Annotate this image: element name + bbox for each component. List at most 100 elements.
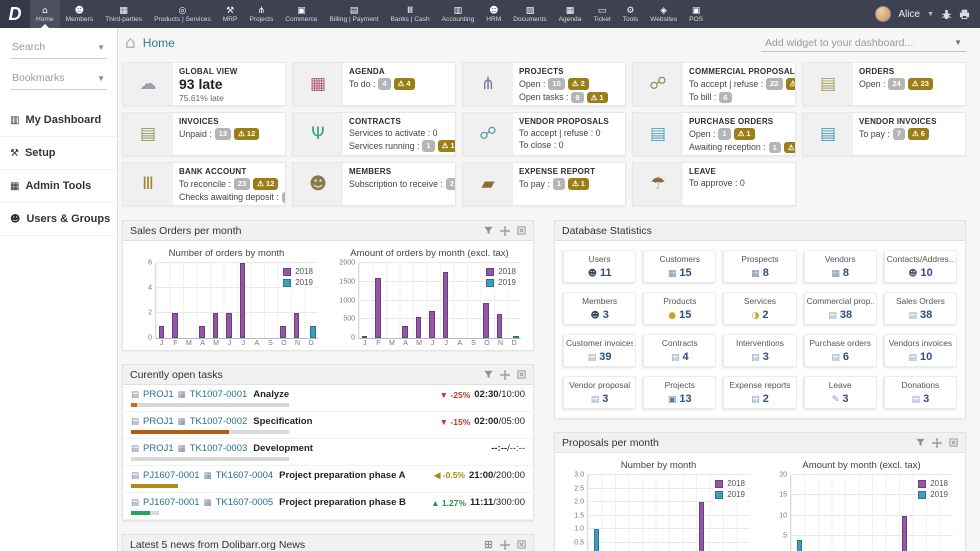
kpi-purchase-orders[interactable]: ▤ PURCHASE ORDERS Open : 1 ⚠ 1 Awaiting rece…	[632, 112, 796, 156]
nav-item-ticket[interactable]: ▭ Ticket	[587, 0, 616, 28]
project-link[interactable]: PJ1607-0001	[143, 497, 200, 508]
move-icon[interactable]	[932, 437, 942, 448]
nav-item-pos[interactable]: ▣ POS	[683, 0, 709, 28]
kpi-vendor-proposals[interactable]: ☍ VENDOR PROPOSALS To accept | refuse : 0 T…	[462, 112, 626, 156]
sidebar-item-admin-tools[interactable]: ▦ Admin Tools	[0, 170, 117, 203]
stat-vendor-proposal[interactable]: Vendor proposal ▤ 3	[563, 376, 637, 409]
kpi-members[interactable]: ☻ MEMBERS Subscription to receive : 2⚠ 2	[292, 162, 456, 206]
close-icon[interactable]	[517, 226, 526, 235]
stat-customer-invoices[interactable]: Customer invoices ▤ 39	[563, 334, 637, 367]
stat-products[interactable]: Products ● 15	[643, 292, 717, 325]
stat-contacts-addres[interactable]: Contacts/Addres... ☻ 10	[883, 250, 957, 283]
stat-members[interactable]: Members ☻ 3	[563, 292, 637, 325]
stat-prospects[interactable]: Prospects ▦ 8	[723, 250, 797, 283]
kpi-expense-report[interactable]: ▰ EXPENSE REPORT To pay : 1 ⚠ 1	[462, 162, 626, 206]
nav-item-third-parties[interactable]: ▦ Third-parties	[99, 0, 148, 28]
kpi-invoices[interactable]: ▤ INVOICES Unpaid : 13 ⚠ 12	[122, 112, 286, 156]
kpi-commercial-proposals[interactable]: ☍ COMMERCIAL PROPOSALS To accept | refuse …	[632, 62, 796, 106]
stat-projects[interactable]: Projects ▣ 13	[643, 376, 717, 409]
move-icon[interactable]	[500, 225, 510, 236]
kpi-projects[interactable]: ⋔ PROJECTS Open : 10 ⚠ 2 Open tasks : 9 ⚠ 1	[462, 62, 626, 106]
stat-users[interactable]: Users ☻ 11	[563, 250, 637, 283]
bookmarks-select[interactable]: Bookmarks ▼	[10, 69, 107, 90]
nav-item-tools[interactable]: ⚙ Tools	[617, 0, 644, 28]
nav-item-home[interactable]: ⌂ Home	[30, 0, 60, 28]
sidebar-item-my-dashboard[interactable]: ▥ My Dashboard	[0, 104, 117, 137]
warning-badge: ⚠ 1	[586, 91, 608, 103]
stat-purchase-orders[interactable]: Purchase orders ▤ 6	[803, 334, 877, 367]
close-icon[interactable]	[517, 370, 526, 379]
task-ref-link[interactable]: TK1007-0002	[190, 416, 248, 427]
project-link[interactable]: PROJ1	[143, 416, 174, 427]
project-link[interactable]: PROJ1	[143, 389, 174, 400]
kpi-orders[interactable]: ▤ ORDERS Open : 24 ⚠ 23	[802, 62, 966, 106]
nav-item-members[interactable]: ☻ Members	[60, 0, 99, 28]
y-axis-tick: 0	[351, 334, 355, 342]
task-ref-link[interactable]: TK1007-0003	[190, 443, 248, 454]
kpi-contracts[interactable]: Ψ CONTRACTS Services to activate : 0 Servic…	[292, 112, 456, 156]
stat-sales-orders[interactable]: Sales Orders ▤ 38	[883, 292, 957, 325]
nav-item-documents[interactable]: ▧ Documents	[507, 0, 552, 28]
x-axis-tick: D	[308, 340, 314, 347]
nav-item-products-services[interactable]: ◎ Products | Services	[148, 0, 217, 28]
stat-leave[interactable]: Leave ✎ 3	[803, 376, 877, 409]
stat-vendors-invoices[interactable]: Vendors invoices ▤ 10	[883, 334, 957, 367]
project-link[interactable]: PJ1607-0001	[143, 470, 200, 481]
bug-report-icon[interactable]	[941, 9, 952, 20]
kpi-line: To accept | refuse : 0	[519, 128, 609, 138]
nav-item-label: HRM	[486, 15, 502, 23]
filter-icon[interactable]	[484, 370, 493, 379]
sidebar-item-users-groups[interactable]: ☻ Users & Groups	[0, 203, 117, 236]
chart-legend: 2018 2019	[281, 264, 315, 290]
document-icon: ▤	[911, 395, 921, 405]
stat-contracts[interactable]: Contracts ▤ 4	[643, 334, 717, 367]
nav-item-billing-payment[interactable]: ▤ Billing | Payment	[324, 0, 385, 28]
project-link[interactable]: PROJ1	[143, 443, 174, 454]
wallet-icon: ▰	[481, 174, 495, 194]
stat-services[interactable]: Services ◑ 2	[723, 292, 797, 325]
nav-item-agenda[interactable]: ▦ Agenda	[553, 0, 588, 28]
stat-commercial-prop[interactable]: Commercial prop... ▤ 38	[803, 292, 877, 325]
print-icon[interactable]	[959, 9, 970, 20]
filter-icon[interactable]	[484, 226, 493, 235]
nav-item-websites[interactable]: ◈ Websites	[644, 0, 683, 28]
stat-interventions[interactable]: Interventions ▤ 3	[723, 334, 797, 367]
nav-item-commerce[interactable]: ▣ Commerce	[279, 0, 323, 28]
y-axis-tick: 2	[148, 309, 152, 317]
search-select[interactable]: Search ▼	[10, 38, 107, 59]
filter-icon[interactable]	[916, 438, 925, 447]
sidebar-item-setup[interactable]: ⚒ Setup	[0, 137, 117, 170]
add-widget-select[interactable]: Add widget to your dashboard... ▼	[761, 35, 966, 52]
stat-number: 3	[602, 309, 609, 321]
nav-item-hrm[interactable]: ☻ HRM	[480, 0, 507, 28]
close-icon[interactable]	[949, 438, 958, 447]
chevron-down-icon[interactable]: ▼	[927, 11, 934, 18]
kpi-agenda[interactable]: ▦ AGENDA To do : 4 ⚠ 4	[292, 62, 456, 106]
kpi-line: To close : 0	[519, 140, 609, 150]
stat-donations[interactable]: Donations ▤ 3	[883, 376, 957, 409]
move-icon[interactable]	[500, 539, 510, 550]
grid-icon[interactable]	[484, 540, 493, 549]
legend-swatch	[715, 490, 724, 499]
kpi-vendor-invoices[interactable]: ▤ VENDOR INVOICES To pay : 7 ⚠ 6	[802, 112, 966, 156]
nav-item-accounting[interactable]: ▥ Accounting	[436, 0, 481, 28]
kpi-bank-account[interactable]: Ⅲ BANK ACCOUNT To reconcile : 23 ⚠ 12 Checks…	[122, 162, 286, 206]
task-ref-link[interactable]: TK1607-0005	[216, 497, 274, 508]
avatar[interactable]	[875, 6, 892, 22]
nav-item-projects[interactable]: ⋔ Projects	[243, 0, 279, 28]
stat-expense-reports[interactable]: Expense reports ▤ 2	[723, 376, 797, 409]
kpi-leave[interactable]: ☂ LEAVE To approve : 0	[632, 162, 796, 206]
stat-customers[interactable]: Customers ▦ 15	[643, 250, 717, 283]
move-icon[interactable]	[500, 369, 510, 380]
user-menu[interactable]: Alice	[898, 9, 920, 20]
breadcrumb[interactable]: Home	[143, 36, 175, 50]
dolibarr-logo[interactable]: D	[0, 0, 30, 28]
task-ref-link[interactable]: TK1007-0001	[190, 389, 248, 400]
legend-swatch	[486, 278, 495, 287]
nav-item-banks-cash[interactable]: Ⅲ Banks | Cash	[385, 0, 436, 28]
close-icon[interactable]	[517, 540, 526, 549]
stat-vendors[interactable]: Vendors ▦ 8	[803, 250, 877, 283]
nav-item-mrp[interactable]: ⚒ MRP	[217, 0, 244, 28]
task-ref-link[interactable]: TK1607-0004	[216, 470, 274, 481]
kpi-global-view[interactable]: ☁ GLOBAL VIEW 93 late 75.61% late	[122, 62, 286, 106]
